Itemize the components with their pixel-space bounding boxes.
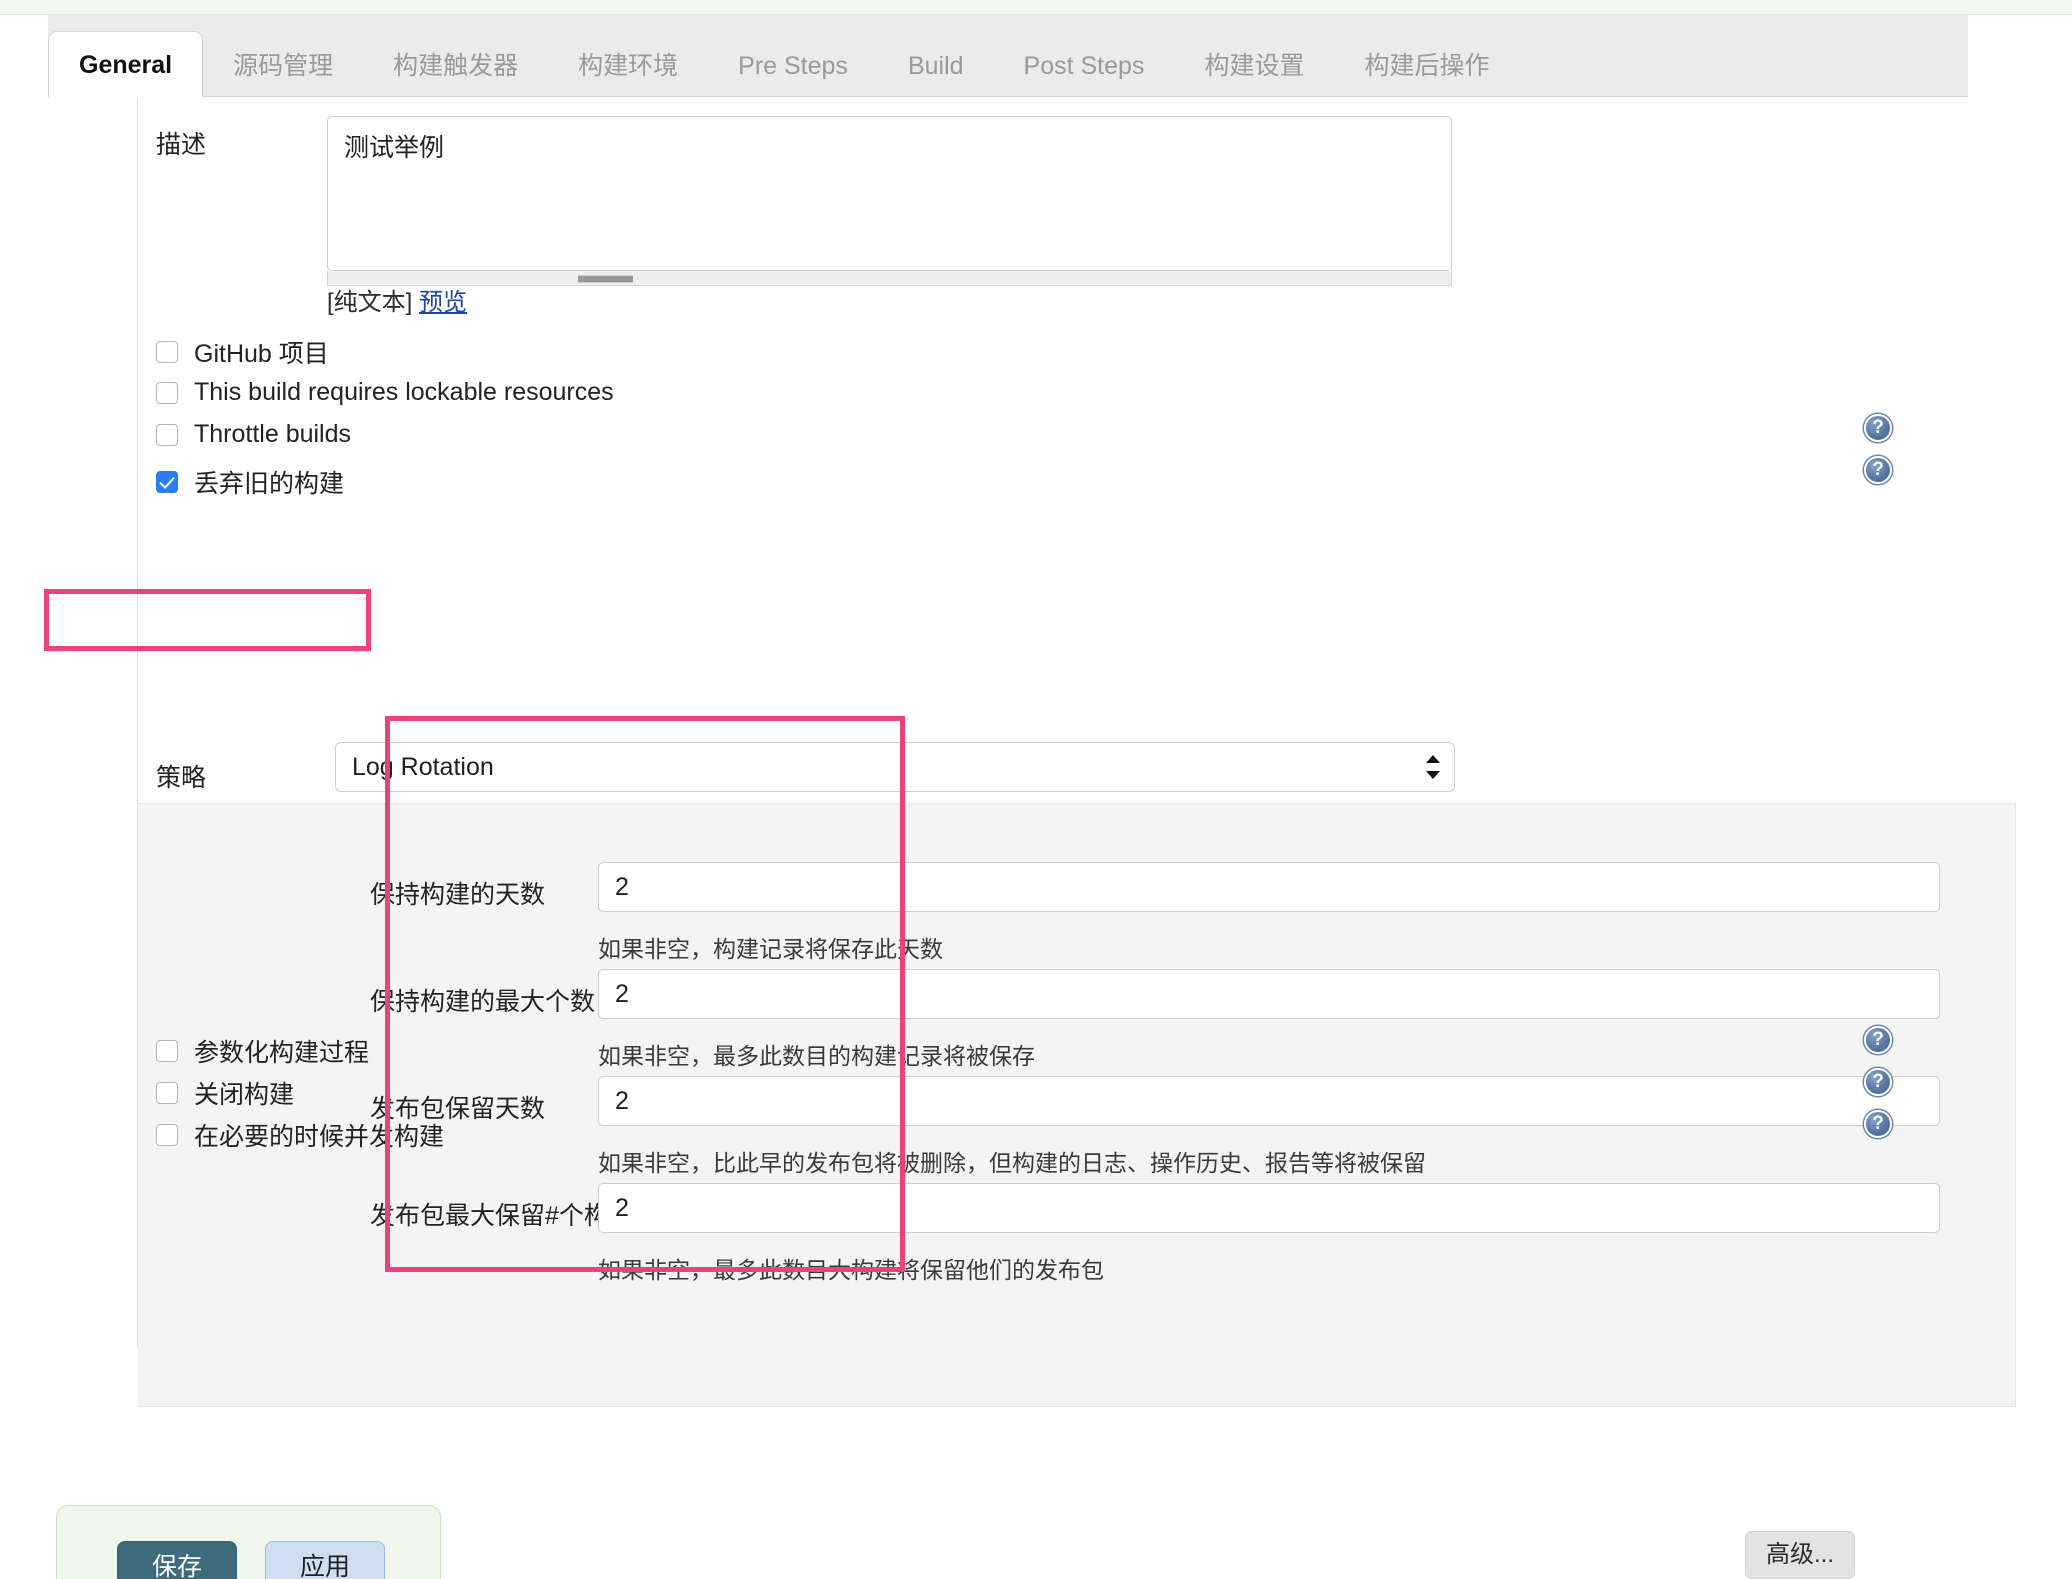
strategy-selected-value: Log Rotation (352, 753, 494, 781)
strategy-label: 策略 (156, 764, 207, 792)
checkbox-label: 参数化构建过程 (194, 1039, 370, 1067)
checkbox-row[interactable]: 在必要的时候并发构建 (156, 1117, 444, 1153)
description-resize-grip[interactable] (578, 275, 633, 283)
log-rotation-field-label: 保持构建的最大个数 (370, 988, 596, 1016)
advanced-button[interactable]: 高级... (1745, 1531, 1855, 1579)
log-rotation-field-label: 发布包最大保留#个构建 (370, 1202, 634, 1230)
log-rotation-field-input[interactable] (598, 1076, 1940, 1126)
checkbox-label: Throttle builds (194, 420, 352, 448)
checkbox-label: 关闭构建 (194, 1081, 295, 1109)
checkbox-row[interactable]: This build requires lockable resources (156, 378, 614, 407)
checkbox-label: 在必要的时候并发构建 (194, 1123, 445, 1151)
help-icon[interactable]: ? (1864, 414, 1892, 442)
checkbox-input[interactable] (156, 423, 178, 446)
checkbox-input[interactable] (156, 1040, 178, 1062)
log-rotation-field-help: 如果非空，最多此数目的构建记录将被保存 (598, 1043, 1035, 1069)
tab-pre-steps[interactable]: Pre Steps (708, 35, 878, 97)
checkbox-input[interactable] (156, 381, 178, 404)
help-icon[interactable]: ? (1864, 456, 1892, 484)
tab-general[interactable]: General (48, 31, 204, 97)
checkbox-row[interactable]: 关闭构建 (156, 1075, 294, 1111)
checkbox-input[interactable] (156, 1124, 178, 1146)
jenkins-job-config-page: General 源码管理 构建触发器 构建环境 Pre Steps Build Post S… (0, 0, 2072, 1579)
checkbox-row[interactable]: 丢弃旧的构建 (156, 464, 344, 500)
save-button[interactable]: 保存 (117, 1541, 237, 1579)
log-rotation-field-input[interactable] (598, 862, 1940, 912)
checkbox-input[interactable] (156, 341, 178, 363)
tab-构建触发器[interactable]: 构建触发器 (363, 35, 548, 97)
log-rotation-panel: 保持构建的天数如果非空，构建记录将保存此天数保持构建的最大个数如果非空，最多此数… (138, 803, 2016, 1407)
apply-button[interactable]: 应用 (265, 1541, 385, 1579)
help-icon[interactable]: ? (1864, 1026, 1892, 1054)
help-icon[interactable]: ? (1864, 1110, 1892, 1138)
sticky-save-bar: 保存 应用 (56, 1505, 441, 1579)
description-format-row: [纯文本] 预览 (327, 282, 467, 317)
description-label: 描述 (156, 131, 207, 159)
preview-link[interactable]: 预览 (419, 289, 467, 316)
log-rotation-field-input[interactable] (598, 1183, 1940, 1233)
tab-build[interactable]: Build (878, 35, 994, 97)
chevron-updown-icon (1426, 752, 1440, 782)
checkbox-input[interactable] (156, 1082, 178, 1104)
tab-构建环境[interactable]: 构建环境 (548, 35, 708, 97)
tab-构建设置[interactable]: 构建设置 (1174, 35, 1334, 97)
tab-构建后操作[interactable]: 构建后操作 (1334, 35, 1519, 97)
config-tabs: General 源码管理 构建触发器 构建环境 Pre Steps Build Post S… (48, 15, 1519, 97)
log-rotation-field-label: 保持构建的天数 (370, 881, 546, 909)
checkbox-row[interactable]: 参数化构建过程 (156, 1033, 369, 1069)
log-rotation-field-help: 如果非空，最多此数目大构建将保留他们的发布包 (598, 1257, 1104, 1283)
checkbox-input[interactable] (156, 471, 178, 493)
description-textarea[interactable] (327, 116, 1452, 271)
log-rotation-field-input[interactable] (598, 969, 1940, 1019)
log-rotation-field-help: 如果非空，构建记录将保存此天数 (598, 936, 943, 962)
config-tabbar: General 源码管理 构建触发器 构建环境 Pre Steps Build Post S… (48, 15, 1968, 97)
description-resize-strip[interactable] (327, 271, 1452, 286)
checkbox-row[interactable]: GitHub 项目 (156, 334, 329, 370)
checkbox-row[interactable]: Throttle builds (156, 420, 351, 449)
checkbox-label: This build requires lockable resources (194, 378, 614, 406)
top-strip (0, 0, 2072, 15)
tab-post-steps[interactable]: Post Steps (994, 35, 1175, 97)
log-rotation-field-help: 如果非空，比此早的发布包将被删除，但构建的日志、操作历史、报告等将被保留 (598, 1150, 1426, 1176)
plaintext-label: [纯文本] (327, 289, 413, 316)
config-form-body: 描述 [纯文本] 预览 策略 Log Rotation 保持构建的天数如果非空，… (48, 97, 2016, 1477)
checkbox-label: 丢弃旧的构建 (194, 470, 345, 498)
tab-源码管理[interactable]: 源码管理 (203, 35, 363, 97)
left-gutter (0, 15, 48, 1579)
checkbox-label: GitHub 项目 (194, 340, 329, 368)
help-icon[interactable]: ? (1864, 1068, 1892, 1096)
strategy-select[interactable]: Log Rotation (335, 742, 1455, 792)
